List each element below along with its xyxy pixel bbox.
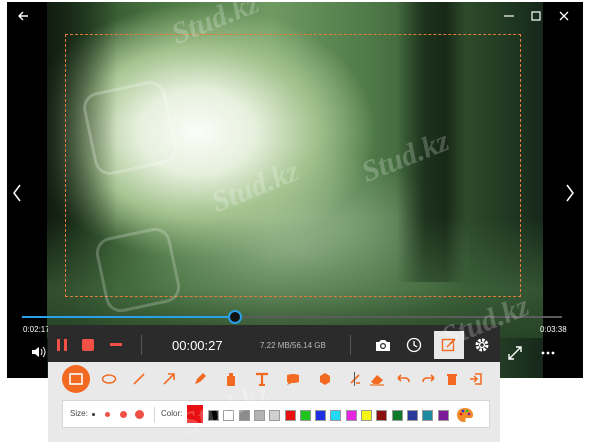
color-swatch[interactable] [376,410,388,421]
selected-color-swatch[interactable] [187,405,203,423]
next-arrow-icon[interactable] [563,182,577,204]
color-swatch[interactable] [361,410,372,421]
watermark-logo [92,224,184,316]
color-swatch[interactable] [422,410,434,421]
color-swatch[interactable] [253,410,265,421]
delete-icon[interactable] [441,368,463,390]
storage-info: 7.22 MB/56.14 GB [260,341,326,350]
color-swatch[interactable] [269,410,281,421]
toolbar-divider [354,372,355,386]
color-label: Color: [161,409,183,418]
redo-icon[interactable] [418,368,440,390]
arrow-tool-icon[interactable] [158,368,180,390]
edit-icon[interactable] [434,331,464,359]
seek-bar[interactable] [22,310,562,324]
color-swatch[interactable] [437,410,449,421]
recorder-bar: 00:00:27 7.22 MB/56.14 GB [48,325,500,365]
color-swatch[interactable] [208,410,219,421]
stop-icon[interactable] [80,337,96,353]
fullscreen-icon[interactable] [507,345,523,361]
eraser-tool-icon[interactable] [366,368,388,390]
color-swatch[interactable] [330,410,342,421]
palette-icon[interactable] [455,406,475,424]
color-swatch[interactable] [299,410,311,421]
size-option-1[interactable] [92,413,95,416]
color-swatch[interactable] [406,410,418,421]
color-swatch[interactable] [238,410,250,421]
size-option-2[interactable] [105,412,110,417]
maximize-icon[interactable] [528,8,544,24]
color-swatch[interactable] [223,410,235,421]
tool-options-bar: Size: Color: [62,400,490,428]
color-swatch[interactable] [391,410,403,421]
close-icon[interactable] [556,8,572,24]
recording-time: 00:00:27 [172,338,223,353]
seek-progress [22,316,235,318]
pause-icon[interactable] [54,337,70,353]
line-tool-icon[interactable] [128,368,150,390]
minimize-icon[interactable] [501,8,517,24]
callout-tool-icon[interactable] [282,368,304,390]
total-time: 0:03:38 [540,325,567,334]
size-option-3[interactable] [120,411,127,418]
size-option-4[interactable] [135,410,144,419]
rectangle-tool-icon[interactable] [62,365,90,393]
exit-edit-icon[interactable] [465,368,487,390]
more-options-icon[interactable] [539,345,557,361]
blur-tool-icon[interactable] [314,368,336,390]
back-arrow-icon[interactable] [15,8,31,24]
clock-icon[interactable] [405,336,423,354]
gear-icon[interactable] [473,336,491,354]
text-tool-icon[interactable] [251,368,273,390]
volume-icon[interactable] [31,344,47,360]
color-swatch[interactable] [315,410,327,421]
minimize-recorder-icon[interactable] [108,337,124,353]
camera-icon[interactable] [374,337,392,353]
ellipse-tool-icon[interactable] [98,368,120,390]
drawing-tools-panel: Size: Color: [48,362,500,442]
color-swatch[interactable] [284,410,296,421]
undo-icon[interactable] [392,368,414,390]
previous-arrow-icon[interactable] [10,182,24,204]
pen-tool-icon[interactable] [189,368,211,390]
size-label: Size: [70,409,88,418]
spray-tool-icon[interactable] [220,368,242,390]
color-swatch[interactable] [345,410,357,421]
current-time: 0:02:17 [23,325,50,334]
watermark-logo [80,78,180,178]
number-tool-icon[interactable] [344,368,366,390]
